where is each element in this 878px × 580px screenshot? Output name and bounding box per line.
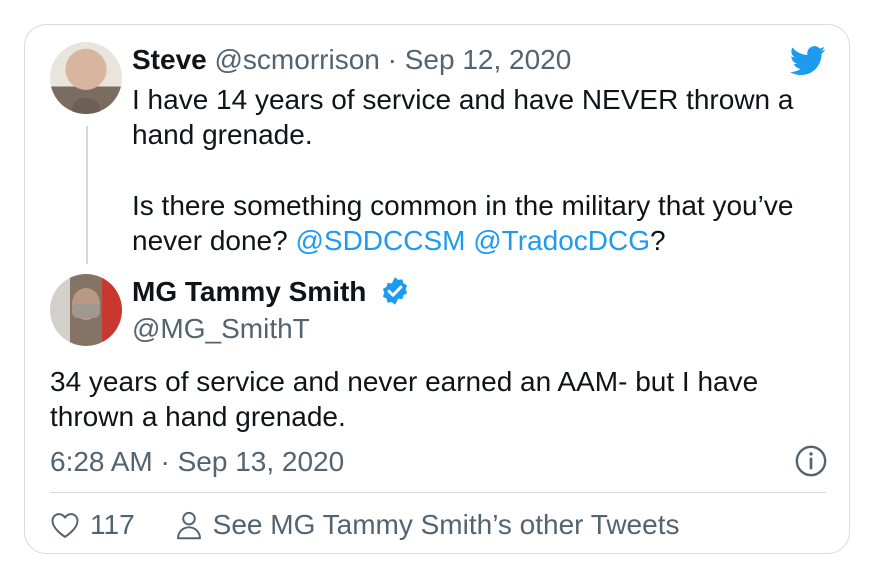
mention-sddccsm[interactable]: @SDDCCSM xyxy=(295,225,465,256)
footer-divider xyxy=(50,492,826,493)
reply-author-handle[interactable]: @MG_SmithT xyxy=(132,313,310,345)
original-author-handle[interactable]: @scmorrison xyxy=(215,44,380,75)
person-icon xyxy=(176,511,201,540)
original-tweet-paragraph-1: I have 14 years of service and have NEVE… xyxy=(132,84,794,150)
original-author-name[interactable]: Steve xyxy=(132,44,207,75)
original-tweet-header: Steve @scmorrison · Sep 12, 2020 xyxy=(132,44,571,76)
thread-connector-line xyxy=(86,126,88,264)
info-icon[interactable] xyxy=(794,444,828,478)
tweet-footer: 117 See MG Tammy Smith’s other Tweets xyxy=(50,505,679,545)
original-tweet-paragraph-2: Is there something common in the militar… xyxy=(132,188,832,258)
like-count[interactable]: 117 xyxy=(90,509,135,541)
mention-tradocdcg[interactable]: @TradocDCG xyxy=(473,225,650,256)
paragraph-2-suffix: ? xyxy=(649,225,666,256)
original-tweet-date[interactable]: Sep 12, 2020 xyxy=(405,44,572,75)
reply-author-name[interactable]: MG Tammy Smith xyxy=(132,276,366,307)
avatar-steve[interactable] xyxy=(50,42,122,114)
reply-timestamp[interactable]: 6:28 AM · Sep 13, 2020 xyxy=(50,446,344,478)
twitter-bird-icon[interactable] xyxy=(790,46,826,76)
header-separator: · xyxy=(387,44,397,75)
original-tweet-text: I have 14 years of service and have NEVE… xyxy=(132,82,832,294)
reply-author-name-row: MG Tammy Smith xyxy=(132,276,410,308)
reply-tweet-text: 34 years of service and never earned an … xyxy=(50,366,759,432)
avatar-mg-tammy-smith[interactable] xyxy=(50,274,122,346)
verified-badge-icon xyxy=(383,277,408,305)
see-other-tweets-link[interactable]: See MG Tammy Smith’s other Tweets xyxy=(213,509,680,541)
heart-icon[interactable] xyxy=(50,511,80,539)
